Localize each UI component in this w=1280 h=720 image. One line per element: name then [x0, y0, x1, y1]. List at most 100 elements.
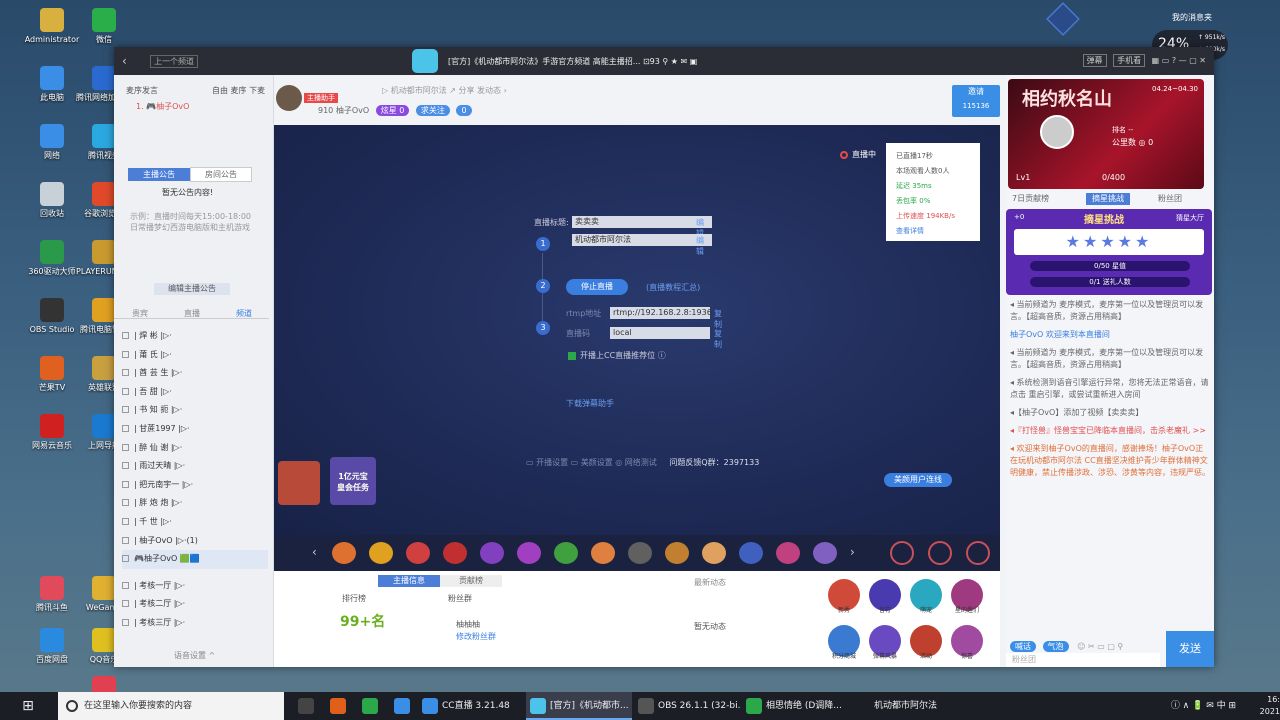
pinned-app-icon[interactable]	[394, 698, 410, 714]
title-input[interactable]: 卖卖卖	[572, 216, 712, 228]
channel-row[interactable]: | 书 知 扼 |▷·	[122, 401, 268, 420]
tab-anchor-notice[interactable]: 主播公告	[128, 168, 190, 181]
bubble-button[interactable]: 气泡	[1042, 641, 1069, 652]
voice-settings-button[interactable]: 语音设置 ^	[174, 650, 215, 661]
channel-checkbox[interactable]	[122, 600, 129, 608]
taskbar-app[interactable]: 机动都市阿尔法	[850, 692, 956, 720]
desktop-icon[interactable]: 网易云音乐	[24, 414, 80, 451]
gift-item-icon[interactable]	[554, 542, 578, 564]
pinned-app-icon[interactable]	[330, 698, 346, 714]
key-input[interactable]: local	[610, 327, 710, 339]
tab-star-challenge[interactable]: 摘星挑战	[1086, 193, 1130, 205]
invite-button[interactable]: 邀请 115136	[952, 85, 1000, 117]
phone-watch-button[interactable]: 手机看	[1113, 54, 1146, 67]
channel-checkbox[interactable]	[122, 387, 129, 395]
channel-row[interactable]: 🎮柚子OvO 🟩🟦	[122, 550, 268, 569]
download-helper-link[interactable]: 下载弹幕助手	[566, 398, 614, 409]
channel-checkbox[interactable]	[122, 332, 129, 339]
room-meta[interactable]: ▷ 机动都市阿尔法 ↗ 分享 发动态 ›	[382, 85, 507, 96]
mic-options[interactable]: 自由 麦序 下麦	[212, 85, 265, 96]
channel-checkbox[interactable]	[122, 406, 129, 414]
edit-notice-button[interactable]: 编辑主播公告	[154, 283, 230, 295]
game-input[interactable]: 机动都市阿尔法	[572, 234, 712, 246]
rank-value[interactable]: 99+名	[340, 611, 385, 631]
gift-item-icon[interactable]	[517, 542, 541, 564]
gift-item-icon[interactable]	[406, 542, 430, 564]
channel-row[interactable]: | 醉 仙 谢 |▷·	[122, 439, 268, 458]
send-button[interactable]: 发送	[1166, 631, 1214, 667]
mic-owner[interactable]: 1. 🎮柚子OvO	[136, 101, 189, 112]
level-pill[interactable]: 炫星 0	[375, 105, 410, 116]
chat-tool-icons[interactable]: ☺ ✂ ▭ ▢ ⚲	[1077, 642, 1123, 651]
event-banner[interactable]: 相约秋名山 04.24~04.30 排名 -- 公里数 ◎ 0 Lv1 0/40…	[1008, 79, 1204, 189]
channel-row[interactable]: | 莆 氏 |▷·	[122, 346, 268, 365]
desktop-icon[interactable]: 微信	[76, 8, 132, 45]
gift-item-icon[interactable]	[443, 542, 467, 564]
gift-item-icon[interactable]	[591, 542, 615, 564]
channel-checkbox[interactable]	[122, 480, 129, 488]
channel-row[interactable]: | 吾 甜 |▷·	[122, 383, 268, 402]
channel-row[interactable]: | 把元南宇一 |▷·	[122, 476, 268, 495]
tab-vip[interactable]: 贵宾	[132, 308, 148, 319]
taskbar-app[interactable]: 相思情绝 (D调降...	[742, 692, 848, 720]
start-button[interactable]: ⊞	[0, 692, 56, 720]
desktop-icon[interactable]: 回收站	[24, 182, 80, 219]
stream-guide-link[interactable]: (直播教程汇总)	[646, 282, 700, 293]
recommend-checkbox[interactable]: 开播上CC直播推荐位 ⓘ	[568, 350, 666, 361]
desktop-icon[interactable]: 芒果TV	[24, 356, 80, 393]
tab-7day[interactable]: 7日贡献榜	[1012, 193, 1049, 205]
anchor-name[interactable]: 柚子OvO	[336, 106, 369, 115]
chat-input[interactable]: 粉丝团	[1006, 653, 1160, 667]
tab-live[interactable]: 直播	[184, 308, 200, 319]
taskbar-app[interactable]: CC直播 3.21.48	[418, 692, 524, 720]
window-controls-icon[interactable]: ▦ ▭ ? — ▢ ✕	[1152, 56, 1206, 65]
taskbar-search[interactable]: 在这里输入你要搜索的内容	[58, 692, 284, 720]
anchor-helper-badge[interactable]: 主播助手	[304, 93, 338, 103]
fans-edit-link[interactable]: 修改粉丝群	[456, 631, 496, 642]
red-packet-icon[interactable]	[278, 461, 320, 505]
channel-row[interactable]: | 酋 芸 生 |▷·	[122, 364, 268, 383]
system-tray[interactable]: ⓘ ∧ 🔋 ✉ 中 ⊞	[1171, 692, 1240, 720]
channel-checkbox[interactable]	[122, 424, 129, 432]
stage-tools[interactable]: ▭ 开播设置 ▭ 美颜设置 ◎ 网络测试	[526, 458, 657, 467]
shout-button[interactable]: 喊话	[1010, 641, 1036, 652]
key-copy-link[interactable]: 复制	[714, 328, 722, 350]
rtmp-copy-link[interactable]: 复制	[714, 308, 722, 330]
tab-fans-group[interactable]: 粉丝团	[1158, 193, 1182, 205]
channel-row[interactable]: | 考核三厅 |▷·	[122, 614, 268, 633]
channel-row[interactable]: | 柚子OvO |▷·(1)	[122, 532, 268, 551]
gift-next-icon[interactable]: ›	[850, 545, 855, 559]
desktop-icon[interactable]: 网络	[24, 124, 80, 161]
channel-checkbox[interactable]	[122, 581, 129, 589]
channel-row[interactable]: | 考核二厅 |▷·	[122, 595, 268, 614]
channel-checkbox[interactable]	[122, 443, 129, 451]
taskbar-app[interactable]: OBS 26.1.1 (32-bi...	[634, 692, 740, 720]
pinned-app-icon[interactable]	[298, 698, 314, 714]
stop-stream-button[interactable]: 停止直播	[566, 279, 628, 295]
prev-channel-button[interactable]: 上一个频道	[150, 55, 198, 68]
desktop-icon[interactable]: OBS Studio	[24, 298, 80, 335]
back-icon[interactable]: ‹	[122, 54, 127, 68]
like-pill[interactable]: 0	[456, 105, 472, 116]
tab-anchor-info[interactable]: 主播信息	[378, 575, 440, 587]
channel-checkbox[interactable]	[122, 536, 129, 544]
channel-row[interactable]: | 胖 炮 炮 |▷·	[122, 494, 268, 513]
channel-checkbox[interactable]	[122, 462, 129, 470]
channel-checkbox[interactable]	[122, 369, 129, 377]
mic-mode-label[interactable]: 麦序发言	[126, 85, 158, 96]
desktop-icon[interactable]: 百度网盘	[24, 628, 80, 665]
channel-checkbox[interactable]	[122, 499, 129, 507]
gift-item-icon[interactable]	[369, 542, 393, 564]
gift-item-icon[interactable]	[739, 542, 763, 564]
channel-checkbox[interactable]	[122, 618, 129, 626]
game-edit-link[interactable]: 编辑	[696, 235, 704, 257]
tab-channel[interactable]: 频道	[236, 308, 252, 319]
tab-room-notice[interactable]: 房间公告	[190, 167, 252, 182]
channel-row[interactable]: | 甘蔗1997 |▷·	[122, 420, 268, 439]
gift-item-icon[interactable]	[776, 542, 800, 564]
promo-task-banner[interactable]: 1亿元宝 皇会任务	[330, 457, 376, 505]
pinned-app-icon[interactable]	[362, 698, 378, 714]
follow-pill[interactable]: 求关注	[415, 105, 450, 116]
desktop-icon[interactable]: 360驱动大师	[24, 240, 80, 277]
cube-widget-icon[interactable]	[1046, 2, 1080, 36]
